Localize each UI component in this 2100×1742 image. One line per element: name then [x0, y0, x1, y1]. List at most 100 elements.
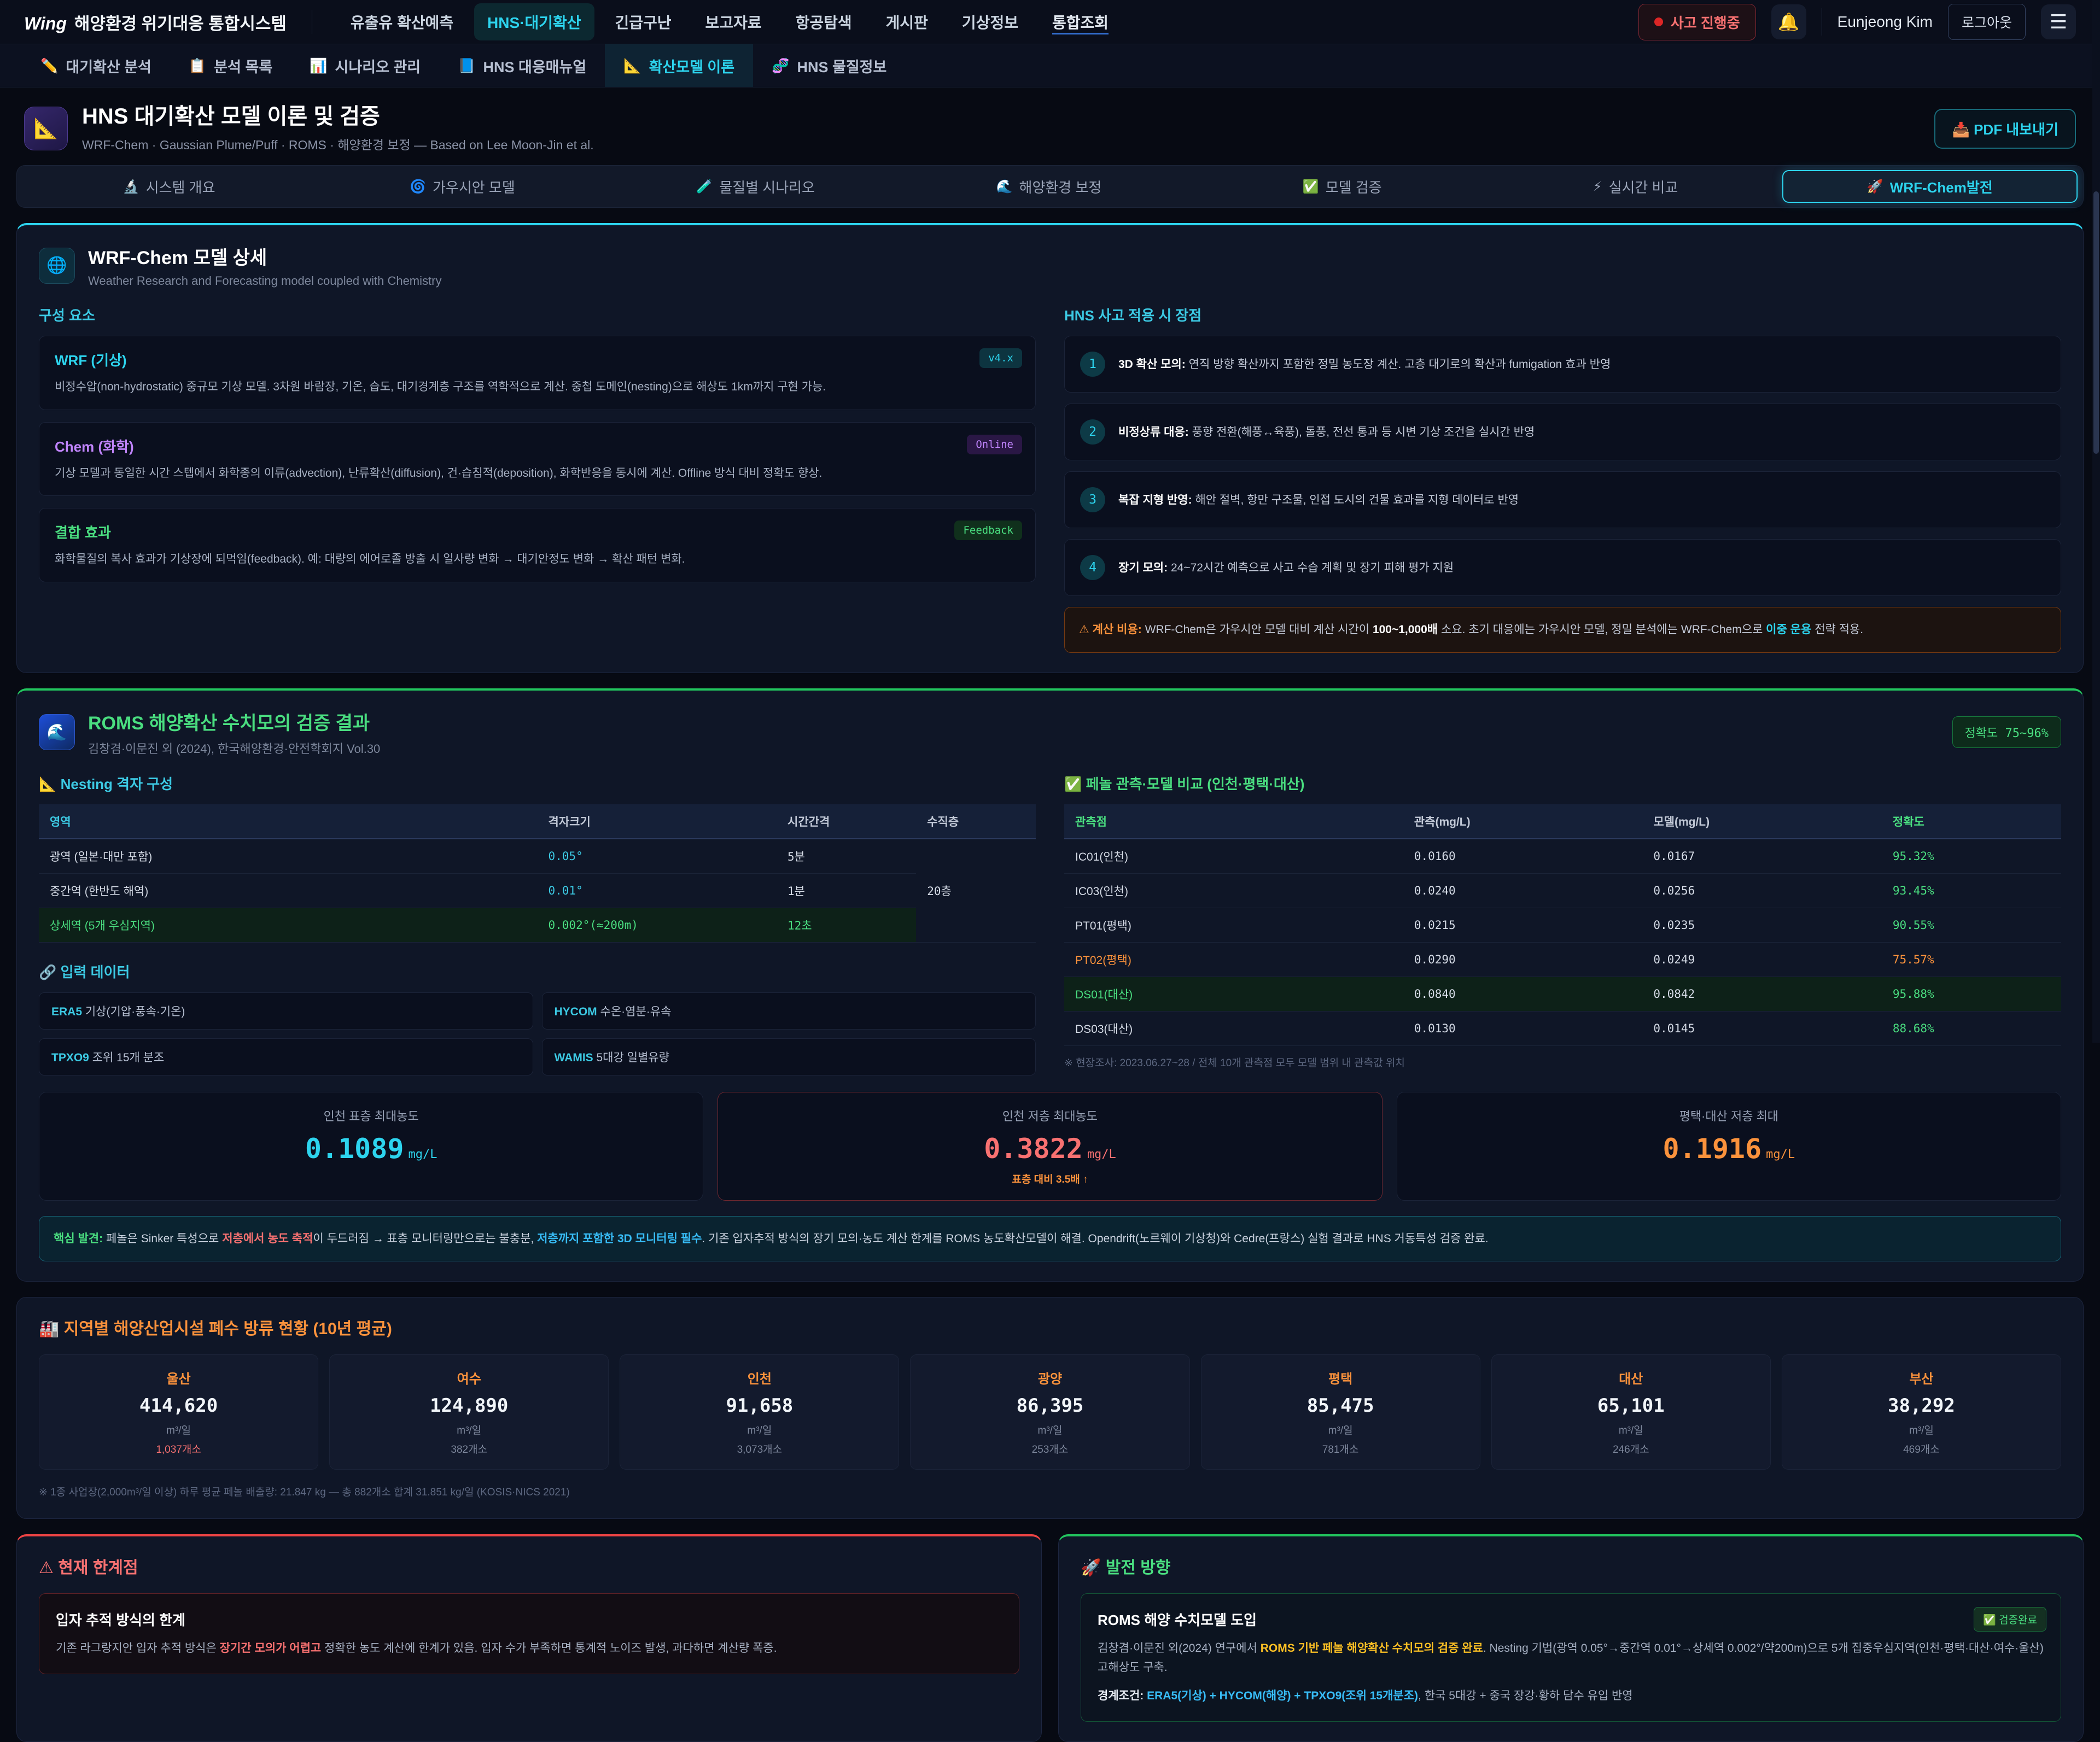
advantage-lead: 장기 모의:	[1118, 562, 1168, 574]
nav-item-rescue[interactable]: 긴급구난	[602, 3, 685, 40]
nav-item-hns-atmos[interactable]: HNS·대기확산	[474, 3, 594, 40]
key-finding-box: 핵심 발견: 페놀은 Sinker 특성으로 저층에서 농도 축적이 두드러짐 …	[39, 1216, 2061, 1262]
advantage-item: 4 장기 모의: 24~72시간 예측으로 사고 수습 계획 및 장기 피해 평…	[1064, 539, 2061, 596]
page-header: 📐 HNS 대기확산 모델 이론 및 검증 WRF-Chem · Gaussia…	[16, 95, 2084, 156]
col-header: 영역	[39, 804, 538, 839]
stat-label: 평택·대산 저층 최대	[1411, 1107, 2046, 1124]
component-card-coupling: 결합 효과 Feedback 화학물질의 복사 효과가 기상장에 되먹임(fee…	[39, 508, 1036, 582]
subnav-label: 대기확산 분석	[66, 55, 151, 77]
subnav-item-atmos-analysis[interactable]: ✏️ 대기확산 분석	[22, 44, 170, 87]
tab-gaussian-model[interactable]: 🌀 가우시안 모델	[316, 171, 609, 202]
book-icon: 📘	[458, 57, 475, 74]
input-key: WAMIS	[555, 1051, 593, 1064]
stat-label: 인천 저층 최대농도	[732, 1107, 1367, 1124]
nesting-column: 📐 Nesting 격자 구성 영역 격자크기 시간간격 수직층 광역 (일본·…	[39, 757, 1036, 1075]
advantage-item: 3 복잡 지형 반영: 해안 절벽, 항만 구조물, 인접 도시의 건물 효과를…	[1064, 471, 2061, 528]
input-key: TPXO9	[51, 1051, 89, 1064]
particle-tracking-limit-card: 입자 추적 방식의 한계 기존 라그랑지안 입자 추적 방식은 장기간 모의가 …	[39, 1593, 1019, 1674]
table-row: IC01(인천) 0.0160 0.0167 95.32%	[1064, 839, 2061, 874]
finding-text: . 기존 입자추적 방식의 장기 모의·농도 계산 한계를 ROMS 농도확산모…	[702, 1232, 1488, 1245]
cyclone-icon: 🌀	[410, 179, 426, 195]
microscope-icon: 🔬	[123, 179, 139, 195]
warning-label: ⚠ 계산 비용:	[1079, 623, 1142, 636]
theory-tab-strip: 🔬 시스템 개요 🌀 가우시안 모델 🧪 물질별 시나리오 🌊 해양환경 보정 …	[16, 165, 2084, 208]
incident-label: 사고 진행중	[1671, 12, 1740, 32]
pdf-export-button[interactable]: 📥 PDF 내보내기	[1934, 109, 2076, 149]
page-subtitle: WRF-Chem · Gaussian Plume/Puff · ROMS · …	[82, 135, 594, 153]
nav-item-weather[interactable]: 기상정보	[949, 3, 1031, 40]
vertical-scrollbar[interactable]	[2092, 0, 2100, 1043]
cell-model: 0.0842	[1642, 977, 1882, 1011]
tab-model-validation[interactable]: ✅ 모델 검증	[1195, 171, 1489, 202]
notification-bell-button[interactable]: 🔔	[1771, 4, 1806, 39]
warning-text: 소요. 초기 대응에는 가우시안 모델, 정밀 분석에는 WRF-Chem으로	[1438, 623, 1766, 636]
region-name: 광양	[917, 1368, 1182, 1387]
subnav-label: HNS 대응매뉴얼	[483, 55, 586, 77]
region-value: 91,658	[627, 1395, 892, 1417]
scrollbar-thumb[interactable]	[2093, 191, 2099, 454]
region-value: 38,292	[1789, 1395, 2054, 1417]
tab-label: 시스템 개요	[146, 177, 215, 197]
nav-item-reports[interactable]: 보고자료	[692, 3, 775, 40]
region-card-incheon: 인천 91,658 m³/일 3,073개소	[620, 1354, 899, 1470]
col-header: 수직층	[916, 804, 1036, 839]
nav-item-integrated-search[interactable]: 통합조회	[1039, 3, 1122, 40]
cell-accuracy: 75.57%	[1882, 942, 2061, 977]
incident-dot-icon	[1654, 17, 1663, 26]
input-card-era5: ERA5 기상(기압·풍속·기온)	[39, 992, 533, 1030]
table-row: DS03(대산) 0.0130 0.0145 88.68%	[1064, 1011, 2061, 1045]
hamburger-menu-button[interactable]: ☰	[2041, 4, 2076, 39]
warning-text: WRF-Chem은 가우시안 모델 대비 계산 시간이	[1142, 623, 1373, 636]
tab-wrf-chem-advanced[interactable]: 🚀 WRF-Chem발전	[1782, 170, 2078, 203]
roms-validation-section: 🌊 ROMS 해양확산 수치모의 검증 결과 김창겸·이문진 외 (2024),…	[16, 688, 2084, 1282]
tab-substance-scenario[interactable]: 🧪 물질별 시나리오	[609, 171, 902, 202]
component-desc: 화학물질의 복사 효과가 기상장에 되먹임(feedback). 예: 대량의 …	[55, 551, 1020, 569]
subnav-item-scenario-mgmt[interactable]: 📊 시나리오 관리	[291, 44, 439, 87]
cell-site: PT02(평택)	[1064, 942, 1403, 977]
dna-icon: 🧬	[772, 57, 789, 74]
incident-status-badge[interactable]: 사고 진행중	[1638, 4, 1756, 40]
tab-label: 실시간 비교	[1609, 177, 1678, 197]
advantage-text: 24~72시간 예측으로 사고 수습 계획 및 장기 피해 평가 지원	[1171, 562, 1454, 574]
col-header: 모델(mg/L)	[1642, 804, 1882, 839]
cell-observed: 0.0130	[1403, 1011, 1643, 1045]
region-name: 울산	[46, 1368, 311, 1387]
component-card-wrf: WRF (기상) v4.x 비정수압(non-hydrostatic) 중규모 …	[39, 336, 1036, 410]
subnav-item-hns-substance[interactable]: 🧬 HNS 물질정보	[753, 44, 905, 87]
region-count: 246개소	[1498, 1441, 1764, 1456]
cell-step: 5분	[777, 839, 916, 874]
cell-grid: 0.05°	[538, 839, 777, 874]
top-bar: Wing 해양환경 위기대응 통합시스템 유출유 확산예측 HNS·대기확산 긴…	[0, 0, 2100, 44]
tab-system-overview[interactable]: 🔬 시스템 개요	[22, 171, 316, 202]
subnav-item-analysis-list[interactable]: 📋 분석 목록	[170, 44, 291, 87]
brand-logo[interactable]: Wing 해양환경 위기대응 통합시스템	[24, 10, 287, 34]
number-badge: 2	[1080, 419, 1105, 445]
discharge-footnote: ※ 1종 사업장(2,000m³/일 이상) 하루 평균 페놀 배출량: 21.…	[39, 1484, 2061, 1499]
subnav-item-hns-manual[interactable]: 📘 HNS 대응매뉴얼	[439, 44, 605, 87]
logout-button[interactable]: 로그아웃	[1948, 4, 2026, 40]
cell-accuracy: 90.55%	[1882, 908, 2061, 942]
cell-area: 중간역 (한반도 해역)	[39, 873, 538, 908]
warning-highlight: 100~1,000배	[1373, 623, 1438, 636]
number-badge: 4	[1080, 555, 1105, 580]
inner-card-title: ROMS 해양 수치모델 도입	[1098, 1609, 2044, 1629]
table-header-row: 영역 격자크기 시간간격 수직층	[39, 804, 1036, 839]
stat-value: 0.1916	[1663, 1133, 1762, 1165]
nav-item-oil-spill[interactable]: 유출유 확산예측	[337, 3, 466, 40]
nav-item-board[interactable]: 게시판	[873, 3, 941, 40]
subnav-item-model-theory[interactable]: 📐 확산모델 이론	[605, 44, 753, 87]
stat-incheon-bottom: 인천 저층 최대농도 0.3822mg/L 표층 대비 3.5배 ↑	[718, 1092, 1382, 1201]
page-title: HNS 대기확산 모델 이론 및 검증	[82, 104, 594, 129]
cell-observed: 0.0215	[1403, 908, 1643, 942]
main-content: 📐 HNS 대기확산 모델 이론 및 검증 WRF-Chem · Gaussia…	[0, 87, 2100, 1742]
region-count: 1,037개소	[46, 1441, 311, 1456]
nav-item-aerial-search[interactable]: 항공탐색	[783, 3, 865, 40]
subnav-label: 분석 목록	[214, 55, 272, 77]
tab-marine-correction[interactable]: 🌊 해양환경 보정	[902, 171, 1195, 202]
region-name: 여수	[336, 1368, 602, 1387]
input-desc: 수온·염분·유속	[597, 1006, 672, 1018]
advantages-column: HNS 사고 적용 시 장점 1 3D 확산 모의: 연직 방향 확산까지 포함…	[1064, 288, 2061, 653]
tab-realtime-compare[interactable]: ⚡ 실시간 비교	[1489, 171, 1782, 202]
accuracy-badge: 정확도 75~96%	[1952, 716, 2061, 748]
col-header: 관측(mg/L)	[1403, 804, 1643, 839]
